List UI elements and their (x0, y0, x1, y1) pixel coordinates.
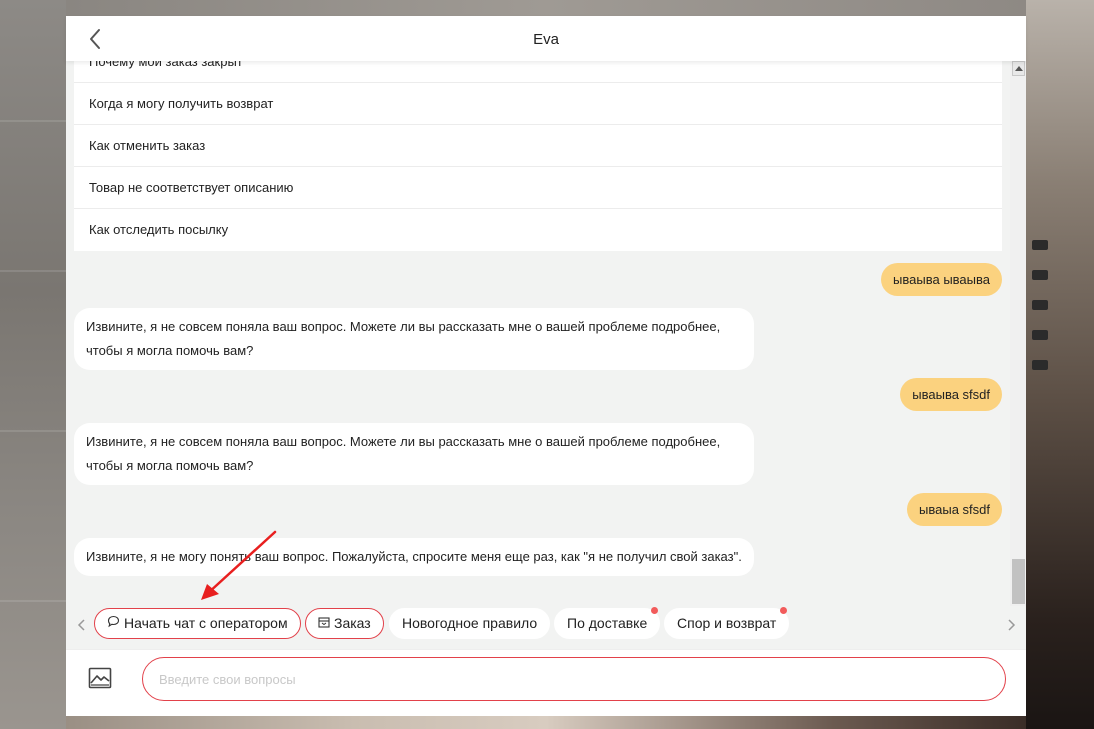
user-message: ываыва sfsdf (900, 378, 1002, 411)
user-message: ываыа sfsdf (907, 493, 1002, 526)
order-chip[interactable]: Заказ (305, 608, 384, 639)
faq-item[interactable]: Как отследить посылку (74, 209, 1002, 251)
image-upload-button[interactable] (88, 666, 112, 690)
faq-item[interactable]: Как отменить заказ (74, 125, 1002, 167)
user-message: ываыва ываыва (881, 263, 1002, 296)
chip-label: Начать чат с оператором (124, 615, 288, 631)
scroll-right-arrow[interactable] (1005, 615, 1019, 635)
chip-label: Спор и возврат (677, 615, 777, 631)
chat-bubble-icon (107, 609, 120, 638)
notification-dot (651, 607, 659, 614)
bot-message: Извините, я не совсем поняла ваш вопрос.… (74, 423, 754, 485)
new-year-rules-chip[interactable]: Новогодное правило (389, 608, 551, 639)
chat-window: Eva Почему мой заказ закрыт Когда я могу… (66, 16, 1026, 716)
scroll-up-arrow-icon[interactable] (1012, 61, 1025, 76)
message-scrollbar[interactable] (1010, 61, 1026, 606)
background-left-strip (0, 0, 66, 729)
scroll-left-arrow[interactable] (74, 615, 88, 635)
chip-label: Заказ (334, 615, 371, 631)
faq-item[interactable]: Почему мой заказ закрыт (74, 61, 1002, 83)
chevron-left-icon (77, 619, 85, 631)
background-top-strip (66, 0, 1026, 16)
chevron-right-icon (1008, 619, 1016, 631)
start-operator-chat-chip[interactable]: Начать чат с оператором (94, 608, 301, 639)
package-icon (318, 609, 330, 638)
input-area (66, 649, 1026, 716)
bot-message: Извините, я не могу понять ваш вопрос. П… (74, 538, 754, 576)
faq-item[interactable]: Когда я могу получить возврат (74, 83, 1002, 125)
scroll-thumb[interactable] (1012, 559, 1025, 604)
image-upload-icon (88, 667, 112, 689)
message-list: Почему мой заказ закрыт Когда я могу пол… (66, 61, 1010, 601)
quick-actions-bar: Начать чат с оператором Заказ Новогодное… (66, 606, 1026, 644)
chat-title: Eva (533, 31, 559, 48)
notification-dot (780, 607, 788, 614)
bot-message: Извините, я не совсем поняла ваш вопрос.… (74, 308, 754, 370)
chip-label: По доставке (567, 615, 648, 631)
dispute-return-chip[interactable]: Спор и возврат (664, 607, 790, 639)
question-input[interactable] (142, 657, 1006, 701)
chat-header: Eva (66, 16, 1026, 61)
delivery-chip[interactable]: По доставке (554, 607, 661, 639)
chip-label: Новогодное правило (402, 615, 538, 631)
background-bottom-strip (66, 716, 1026, 729)
faq-item[interactable]: Товар не соответствует описанию (74, 167, 1002, 209)
faq-card: Почему мой заказ закрыт Когда я могу пол… (74, 61, 1002, 251)
